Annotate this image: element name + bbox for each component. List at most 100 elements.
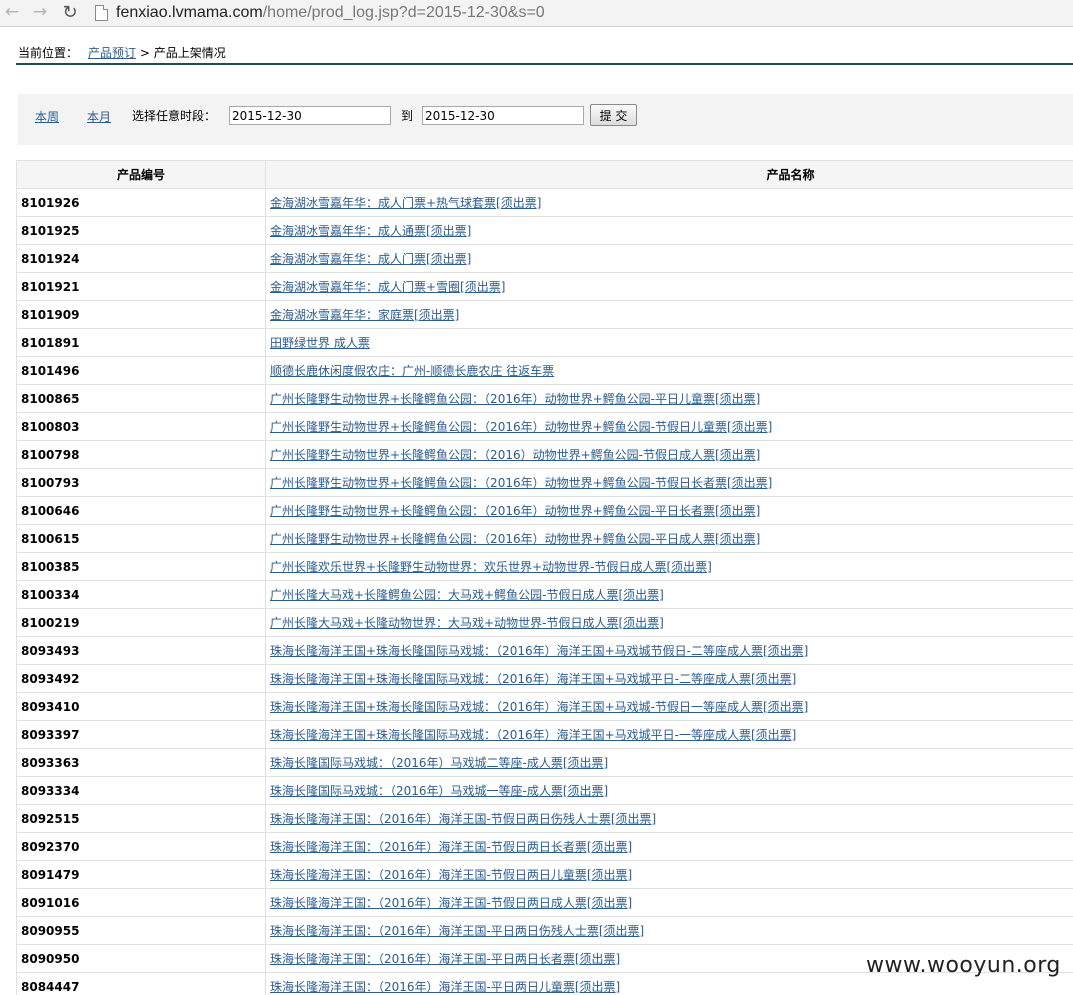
table-row: 8100798 广州长隆野生动物世界+长隆鳄鱼公园：（2016）动物世界+鳄鱼公园… xyxy=(16,440,1073,469)
product-code-cell: 8093492 xyxy=(16,664,266,693)
product-name-link[interactable]: 珠海长隆海洋王国：（2016年）海洋王国-平日两日长者票[须出票] xyxy=(270,952,620,966)
product-name-cell: 广州长隆大马戏+长隆鳄鱼公园：大马戏+鳄鱼公园-节假日成人票[须出票] xyxy=(265,580,1073,609)
breadcrumb-current: 产品上架情况 xyxy=(153,46,226,60)
product-name-cell: 广州长隆野生动物世界+长隆鳄鱼公园：（2016年）动物世界+鳄鱼公园-节假日儿童… xyxy=(265,412,1073,441)
product-name-link[interactable]: 珠海长隆海洋王国：（2016年）海洋王国-平日两日伤残人士票[须出票] xyxy=(270,924,644,938)
product-name-link[interactable]: 珠海长隆国际马戏城：（2016年）马戏城二等座-成人票[须出票] xyxy=(270,756,608,770)
product-name-cell: 珠海长隆海洋王国+珠海长隆国际马戏城：（2016年）海洋王国+马戏城平日-一等座… xyxy=(265,720,1073,749)
product-name-link[interactable]: 金海湖冰雪嘉年华：家庭票[须出票] xyxy=(270,308,459,322)
product-name-link[interactable]: 广州长隆野生动物世界+长隆鳄鱼公园：（2016）动物世界+鳄鱼公园-节假日成人票… xyxy=(270,448,760,462)
product-name-cell: 金海湖冰雪嘉年华：成人门票[须出票] xyxy=(265,244,1073,273)
breadcrumb-link-product-booking[interactable]: 产品预订 xyxy=(88,46,136,60)
product-name-cell: 广州长隆欢乐世界+长隆野生动物世界：欢乐世界+动物世界-节假日成人票[须出票] xyxy=(265,552,1073,581)
product-name-link[interactable]: 广州长隆野生动物世界+长隆鳄鱼公园：（2016年）动物世界+鳄鱼公园-节假日长者… xyxy=(270,476,772,490)
product-name-link[interactable]: 广州长隆野生动物世界+长隆鳄鱼公园：（2016年）动物世界+鳄鱼公园-平日儿童票… xyxy=(270,392,760,406)
product-name-link[interactable]: 顺德长鹿休闲度假农庄：广州-顺德长鹿农庄 往返车票 xyxy=(270,364,554,378)
header-product-name: 产品名称 xyxy=(265,160,1073,189)
product-code-cell: 8093410 xyxy=(16,692,266,721)
product-name-cell: 珠海长隆海洋王国：（2016年）海洋王国-节假日两日成人票[须出票] xyxy=(265,888,1073,917)
product-name-link[interactable]: 金海湖冰雪嘉年华：成人门票[须出票] xyxy=(270,252,471,266)
product-name-link[interactable]: 金海湖冰雪嘉年华：成人门票+热气球套票[须出票] xyxy=(270,196,541,210)
product-code-cell: 8100803 xyxy=(16,412,266,441)
address-bar[interactable]: fenxiao.lvmama.com/home/prod_log.jsp?d=2… xyxy=(91,2,1066,23)
page-icon xyxy=(95,4,108,21)
product-name-cell: 广州长隆野生动物世界+长隆鳄鱼公园：（2016年）动物世界+鳄鱼公园-平日长者票… xyxy=(265,496,1073,525)
start-date-input[interactable] xyxy=(229,106,391,125)
product-name-link[interactable]: 田野绿世界 成人票 xyxy=(270,336,370,350)
product-name-link[interactable]: 广州长隆野生动物世界+长隆鳄鱼公园：（2016年）动物世界+鳄鱼公园-平日成人票… xyxy=(270,532,760,546)
table-row: 8093334 珠海长隆国际马戏城：（2016年）马戏城一等座-成人票[须出票] xyxy=(16,776,1073,805)
product-code-cell: 8101924 xyxy=(16,244,266,273)
table-row: 8101925 金海湖冰雪嘉年华：成人通票[须出票] xyxy=(16,216,1073,245)
product-name-cell: 珠海长隆海洋王国：（2016年）海洋王国-节假日两日儿童票[须出票] xyxy=(265,860,1073,889)
product-name-cell: 珠海长隆国际马戏城：（2016年）马戏城一等座-成人票[须出票] xyxy=(265,776,1073,805)
product-name-link[interactable]: 珠海长隆海洋王国：（2016年）海洋王国-节假日两日长者票[须出票] xyxy=(270,840,632,854)
product-name-link[interactable]: 珠海长隆海洋王国：（2016年）海洋王国-平日两日儿童票[须出票] xyxy=(270,980,620,994)
product-name-cell: 珠海长隆海洋王国：（2016年）海洋王国-节假日两日伤残人士票[须出票] xyxy=(265,804,1073,833)
product-code-cell: 8101496 xyxy=(16,356,266,385)
product-name-link[interactable]: 珠海长隆海洋王国+珠海长隆国际马戏城：（2016年）海洋王国+马戏城平日-一等座… xyxy=(270,728,796,742)
breadcrumb-label: 当前位置： xyxy=(18,46,79,60)
table-row: 8092515 珠海长隆海洋王国：（2016年）海洋王国-节假日两日伤残人士票[须… xyxy=(16,804,1073,833)
product-name-link[interactable]: 珠海长隆海洋王国+珠海长隆国际马戏城：（2016年）海洋王国+马戏城-节假日一等… xyxy=(270,700,808,714)
product-code-cell: 8090955 xyxy=(16,916,266,945)
product-code-cell: 8093493 xyxy=(16,636,266,665)
table-row: 8101891 田野绿世界 成人票 xyxy=(16,328,1073,357)
product-code-cell: 8093334 xyxy=(16,776,266,805)
table-row: 8090955 珠海长隆海洋王国：（2016年）海洋王国-平日两日伤残人士票[须出… xyxy=(16,916,1073,945)
table-header-row: 产品编号 产品名称 xyxy=(16,160,1073,189)
product-name-cell: 金海湖冰雪嘉年华：成人门票+雪圈[须出票] xyxy=(265,272,1073,301)
breadcrumb-separator: > xyxy=(136,46,154,60)
end-date-input[interactable] xyxy=(422,106,584,125)
product-code-cell: 8100385 xyxy=(16,552,266,581)
product-name-link[interactable]: 珠海长隆国际马戏城：（2016年）马戏城一等座-成人票[须出票] xyxy=(270,784,608,798)
product-code-cell: 8090950 xyxy=(16,944,266,973)
product-name-link[interactable]: 金海湖冰雪嘉年华：成人门票+雪圈[须出票] xyxy=(270,280,505,294)
product-name-cell: 广州长隆大马戏+长隆动物世界：大马戏+动物世界-节假日成人票[须出票] xyxy=(265,608,1073,637)
product-name-cell: 珠海长隆海洋王国+珠海长隆国际马戏城：（2016年）海洋王国+马戏城-节假日一等… xyxy=(265,692,1073,721)
table-row: 8101921 金海湖冰雪嘉年华：成人门票+雪圈[须出票] xyxy=(16,272,1073,301)
table-row: 8101496 顺德长鹿休闲度假农庄：广州-顺德长鹿农庄 往返车票 xyxy=(16,356,1073,385)
table-row: 8101909 金海湖冰雪嘉年华：家庭票[须出票] xyxy=(16,300,1073,329)
product-code-cell: 8093363 xyxy=(16,748,266,777)
product-name-link[interactable]: 珠海长隆海洋王国：（2016年）海洋王国-节假日两日伤残人士票[须出票] xyxy=(270,812,656,826)
product-name-cell: 珠海长隆海洋王国+珠海长隆国际马戏城：（2016年）海洋王国+马戏城平日-二等座… xyxy=(265,664,1073,693)
product-code-cell: 8101925 xyxy=(16,216,266,245)
table-row: 8100793 广州长隆野生动物世界+长隆鳄鱼公园：（2016年）动物世界+鳄鱼公… xyxy=(16,468,1073,497)
product-name-link[interactable]: 珠海长隆海洋王国：（2016年）海洋王国-节假日两日儿童票[须出票] xyxy=(270,868,632,882)
product-name-link[interactable]: 广州长隆大马戏+长隆鳄鱼公园：大马戏+鳄鱼公园-节假日成人票[须出票] xyxy=(270,588,664,602)
forward-arrow-icon[interactable]: → xyxy=(30,2,50,22)
product-name-link[interactable]: 广州长隆野生动物世界+长隆鳄鱼公园：（2016年）动物世界+鳄鱼公园-节假日儿童… xyxy=(270,420,772,434)
this-week-link[interactable]: 本周 xyxy=(35,108,59,125)
back-arrow-icon[interactable]: ← xyxy=(2,2,22,22)
product-name-cell: 田野绿世界 成人票 xyxy=(265,328,1073,357)
url-path: /home/prod_log.jsp?d=2015-12-30&s=0 xyxy=(262,3,545,21)
browser-toolbar: ← → ↻ fenxiao.lvmama.com/home/prod_log.j… xyxy=(0,0,1073,27)
product-code-cell: 8091016 xyxy=(16,888,266,917)
product-name-cell: 珠海长隆国际马戏城：（2016年）马戏城二等座-成人票[须出票] xyxy=(265,748,1073,777)
reload-icon[interactable]: ↻ xyxy=(60,2,80,23)
watermark: www.wooyun.org xyxy=(866,953,1061,978)
submit-button[interactable]: 提 交 xyxy=(590,104,637,126)
table-row: 8093493 珠海长隆海洋王国+珠海长隆国际马戏城：（2016年）海洋王国+马戏… xyxy=(16,636,1073,665)
table-row: 8093397 珠海长隆海洋王国+珠海长隆国际马戏城：（2016年）海洋王国+马戏… xyxy=(16,720,1073,749)
table-row: 8101926 金海湖冰雪嘉年华：成人门票+热气球套票[须出票] xyxy=(16,188,1073,217)
header-product-code: 产品编号 xyxy=(16,160,266,189)
product-name-link[interactable]: 广州长隆野生动物世界+长隆鳄鱼公园：（2016年）动物世界+鳄鱼公园-平日长者票… xyxy=(270,504,760,518)
product-name-link[interactable]: 珠海长隆海洋王国：（2016年）海洋王国-节假日两日成人票[须出票] xyxy=(270,896,632,910)
product-name-link[interactable]: 珠海长隆海洋王国+珠海长隆国际马戏城：（2016年）海洋王国+马戏城平日-二等座… xyxy=(270,672,796,686)
this-month-link[interactable]: 本月 xyxy=(87,108,111,125)
product-code-cell: 8100219 xyxy=(16,608,266,637)
product-name-cell: 珠海长隆海洋王国：（2016年）海洋王国-节假日两日长者票[须出票] xyxy=(265,832,1073,861)
product-name-cell: 珠海长隆海洋王国：（2016年）海洋王国-平日两日伤残人士票[须出票] xyxy=(265,916,1073,945)
table-row: 8100219 广州长隆大马戏+长隆动物世界：大马戏+动物世界-节假日成人票[须出… xyxy=(16,608,1073,637)
product-name-link[interactable]: 广州长隆大马戏+长隆动物世界：大马戏+动物世界-节假日成人票[须出票] xyxy=(270,616,664,630)
table-row: 8100803 广州长隆野生动物世界+长隆鳄鱼公园：（2016年）动物世界+鳄鱼公… xyxy=(16,412,1073,441)
table-row: 8100646 广州长隆野生动物世界+长隆鳄鱼公园：（2016年）动物世界+鳄鱼公… xyxy=(16,496,1073,525)
product-name-link[interactable]: 广州长隆欢乐世界+长隆野生动物世界：欢乐世界+动物世界-节假日成人票[须出票] xyxy=(270,560,712,574)
product-name-link[interactable]: 珠海长隆海洋王国+珠海长隆国际马戏城：（2016年）海洋王国+马戏城节假日-二等… xyxy=(270,644,808,658)
product-code-cell: 8092515 xyxy=(16,804,266,833)
product-code-cell: 8100334 xyxy=(16,580,266,609)
table-row: 8100615 广州长隆野生动物世界+长隆鳄鱼公园：（2016年）动物世界+鳄鱼公… xyxy=(16,524,1073,553)
product-name-link[interactable]: 金海湖冰雪嘉年华：成人通票[须出票] xyxy=(270,224,471,238)
